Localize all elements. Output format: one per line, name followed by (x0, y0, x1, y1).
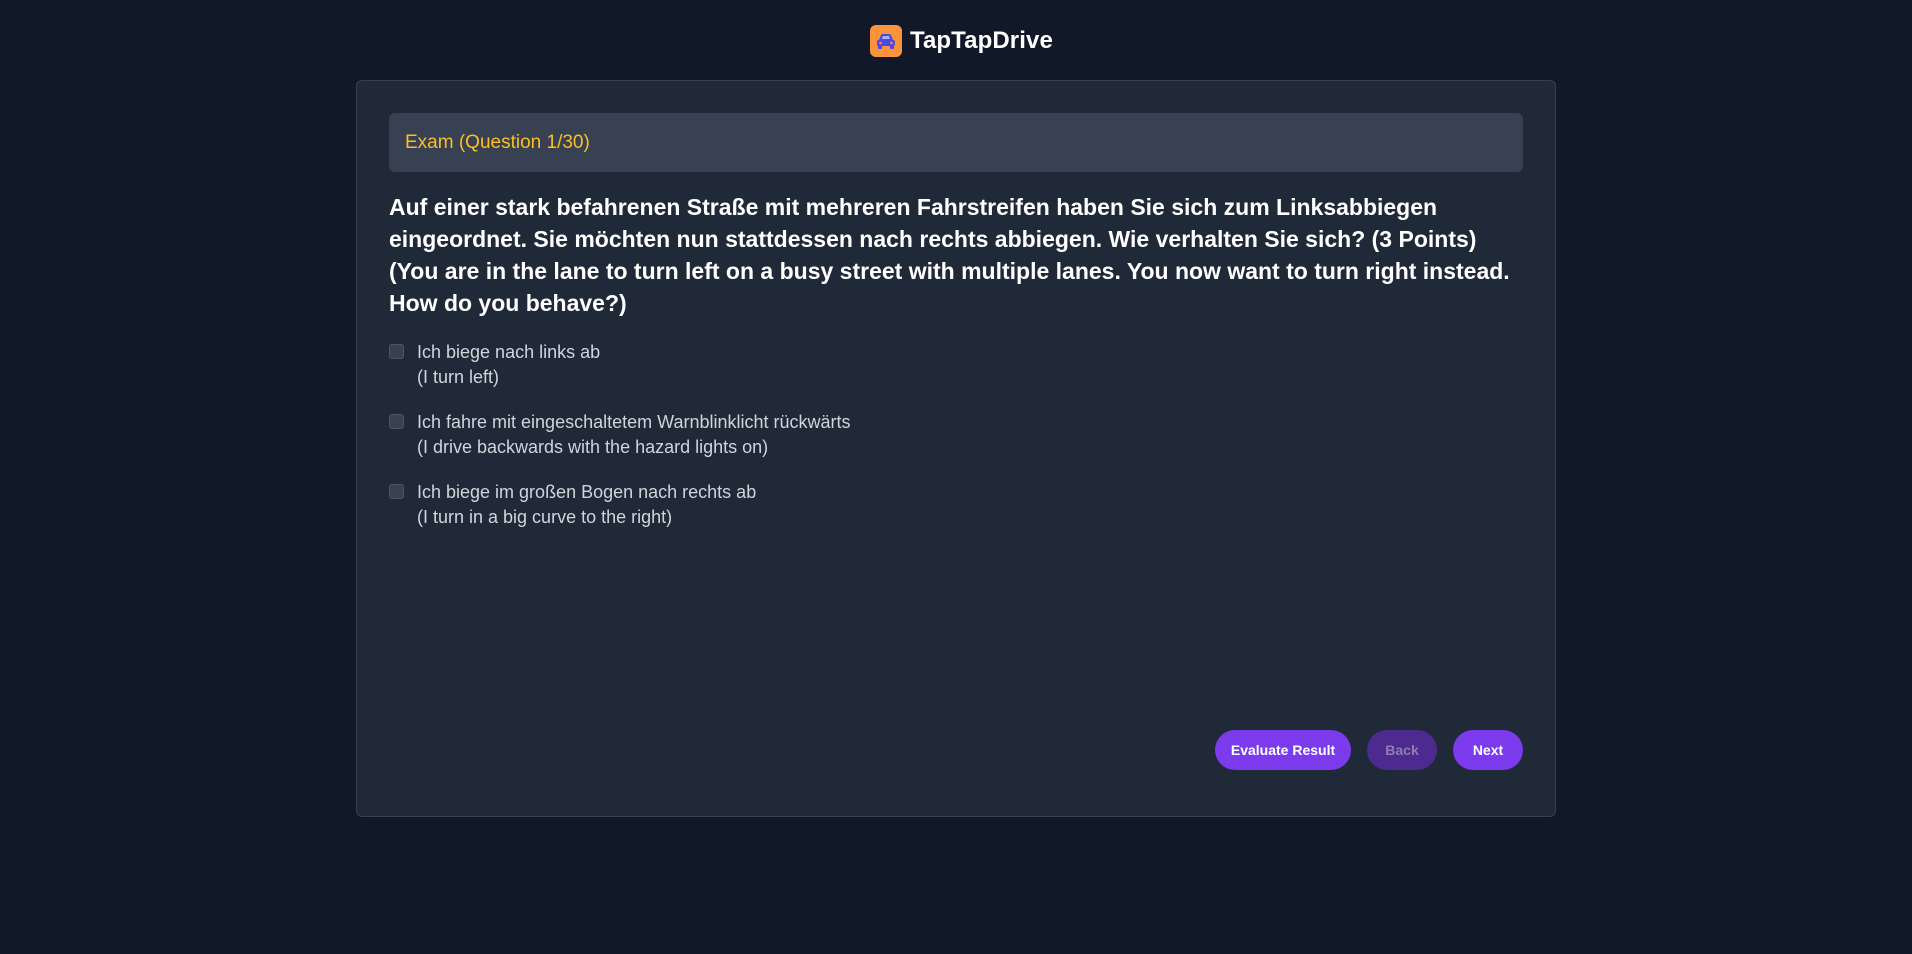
answer-german: Ich fahre mit eingeschaltetem Warnblinkl… (417, 412, 851, 432)
app-name: TapTapDrive (910, 27, 1053, 54)
exam-progress-title: Exam (Question 1/30) (405, 131, 590, 153)
answer-label: Ich fahre mit eingeschaltetem Warnblinkl… (417, 411, 851, 461)
answer-german: Ich biege im großen Bogen nach rechts ab (417, 482, 757, 502)
answer-label: Ich biege nach links ab (I turn left) (417, 341, 600, 391)
answer-english: (I drive backwards with the hazard light… (417, 437, 769, 457)
answer-option[interactable]: Ich biege im großen Bogen nach rechts ab… (389, 481, 1523, 531)
top-bar: TapTapDrive (0, 0, 1912, 80)
exam-card: Exam (Question 1/30) Auf einer stark bef… (356, 80, 1556, 817)
answer-list: Ich biege nach links ab (I turn left) Ic… (389, 341, 1523, 551)
answer-label: Ich biege im großen Bogen nach rechts ab… (417, 481, 756, 531)
question-german: Auf einer stark befahrenen Straße mit me… (389, 194, 1477, 252)
evaluate-result-button[interactable]: Evaluate Result (1215, 730, 1351, 770)
question-english: (You are in the lane to turn left on a b… (389, 258, 1510, 316)
back-button[interactable]: Back (1367, 730, 1437, 770)
answer-checkbox[interactable] (389, 414, 404, 429)
exam-header: Exam (Question 1/30) (389, 113, 1523, 172)
answer-english: (I turn left) (417, 367, 500, 387)
car-icon (870, 25, 902, 57)
question-text: Auf einer stark befahrenen Straße mit me… (389, 191, 1523, 319)
answer-option[interactable]: Ich fahre mit eingeschaltetem Warnblinkl… (389, 411, 1523, 461)
answer-checkbox[interactable] (389, 344, 404, 359)
answer-option[interactable]: Ich biege nach links ab (I turn left) (389, 341, 1523, 391)
brand[interactable]: TapTapDrive (870, 24, 1053, 58)
next-button[interactable]: Next (1453, 730, 1523, 770)
answer-german: Ich biege nach links ab (417, 342, 601, 362)
answer-english: (I turn in a big curve to the right) (417, 507, 673, 527)
answer-checkbox[interactable] (389, 484, 404, 499)
